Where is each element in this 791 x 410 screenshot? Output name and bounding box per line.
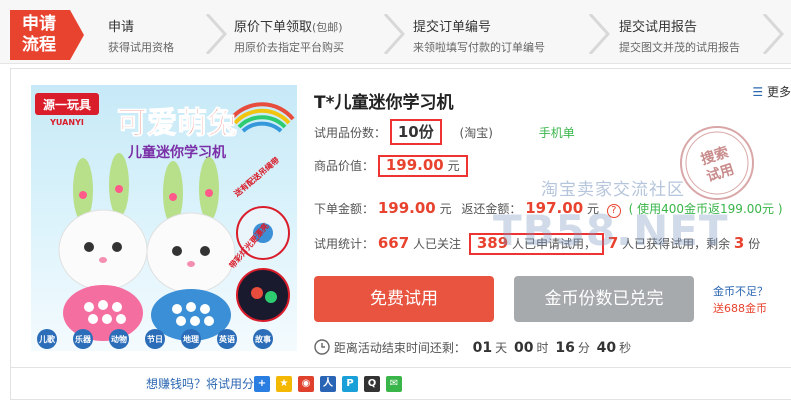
qzone-icon[interactable]: + [254, 376, 270, 392]
product-title: T*儿童迷你学习机 [314, 93, 454, 113]
image-tag: 节日 [147, 334, 163, 344]
timer-secs-unit: 秒 [619, 341, 632, 355]
step-title: 提交订单编号 [413, 20, 492, 35]
chevron-right-icon [762, 14, 784, 54]
step-title: 申请 [108, 20, 135, 35]
step-title-text: 原价下单领取 [234, 20, 313, 35]
free-trial-button[interactable]: 免费试用 [314, 276, 494, 322]
process-badge-line1: 申请 [22, 14, 56, 34]
more-link-label: 更多 [766, 85, 791, 99]
gold-redeem-button[interactable]: 金币份数已兑完 [514, 276, 694, 322]
order-value: 199.00 [377, 199, 436, 217]
chevron-right-icon [588, 14, 610, 54]
price-unit: 元 [447, 159, 460, 173]
price-value: 199.00 [385, 156, 444, 174]
product-price-row: 商品价值： 199.00 元 [314, 155, 468, 177]
stats-label: 试用统计： [314, 237, 375, 251]
image-tag: 乐器 [75, 334, 92, 344]
image-tag: 动物 [111, 334, 127, 344]
timer-mins: 16 [555, 340, 575, 356]
renren-icon[interactable]: 人 [320, 376, 336, 392]
step-submit-report: 提交试用报告 提交图文并茂的试用报告 [619, 16, 740, 55]
image-headline: 可爱萌兔 [117, 106, 237, 141]
mobile-order-label: 手机单 [538, 126, 575, 140]
timer-days: 01 [472, 340, 493, 356]
tencent-weibo-icon[interactable]: ◉ [298, 376, 314, 392]
timer-label: 距离活动结束时间还剩： [333, 341, 466, 355]
kaixin-icon[interactable]: P [342, 376, 358, 392]
watermark-text: 淘宝卖家交流社区 [541, 180, 685, 200]
timer-secs: 40 [596, 340, 617, 356]
image-tag: 故事 [255, 334, 271, 344]
step-title: 提交试用报告 [619, 20, 698, 35]
watermark-domain: TB58.NET [493, 206, 729, 255]
step-desc: 用原价去指定平台购买 [234, 41, 344, 54]
price-label: 商品价值： [314, 159, 375, 173]
image-tag: 英语 [218, 334, 235, 344]
product-illustration: 源一玩具 YUANYI 可爱萌兔 儿童迷你学习机 送有配送吊绳带 带彩灯光更漂亮… [35, 93, 295, 349]
step-title: 原价下单领取(包邮) [234, 16, 344, 35]
process-steps-bar: 申请 流程 申请 获得试用资格 原价下单领取(包邮) 用原价去指定平台购买 提交… [0, 0, 791, 64]
chevron-right-icon [383, 14, 405, 54]
database-icon: ☰ [752, 85, 764, 99]
follow-text: 人已关注 [412, 237, 461, 251]
platform-label: (淘宝) [459, 126, 493, 140]
search-trial-stamp: 搜索 试用 [680, 126, 754, 200]
timer-days-unit: 天 [495, 341, 508, 355]
image-side-text-1: 送有配送吊绳带 [231, 155, 281, 199]
share-prompt: 想赚钱吗？将试用分 [146, 377, 255, 391]
left-count: 3 [733, 234, 745, 252]
trial-quantity-row: 试用品份数： 10份 (淘宝) 手机单 [314, 119, 575, 145]
step-order: 原价下单领取(包邮) 用原价去指定平台购买 [234, 16, 344, 55]
qty-label: 试用品份数： [314, 126, 387, 140]
share-bar: 想赚钱吗？将试用分 + ★ ◉ 人 P Q ✉ [10, 368, 791, 400]
left-unit: 份 [748, 237, 761, 251]
coin-links: 金币不足？ 送688金币 [713, 283, 768, 317]
step-apply: 申请 获得试用资格 [108, 16, 174, 55]
timer-hours: 00 [514, 340, 534, 356]
step-title-note: (包邮) [312, 21, 343, 34]
more-link[interactable]: ☰ 更多 [752, 83, 791, 100]
step-desc: 提交图文并茂的试用报告 [619, 41, 740, 54]
step-desc: 来领啦填写付款的订单编号 [413, 41, 545, 54]
clock-icon [314, 339, 330, 355]
wechat-icon[interactable]: ✉ [386, 376, 402, 392]
price-box: 199.00 元 [377, 155, 468, 177]
process-badge: 申请 流程 [10, 10, 84, 60]
qq-icon[interactable]: Q [364, 376, 380, 392]
chevron-right-icon [205, 14, 227, 54]
qty-value: 10份 [389, 119, 442, 145]
image-tag: 地理 [183, 334, 199, 344]
countdown-timer: 距离活动结束时间还剩： 01 天 00 时 16 分 40 秒 [314, 339, 631, 356]
product-image[interactable]: 源一玩具 YUANYI 可爱萌兔 儿童迷你学习机 送有配送吊绳带 带彩灯光更漂亮… [31, 85, 297, 351]
step-submit-order: 提交订单编号 来领啦填写付款的订单编号 [413, 16, 545, 55]
image-tag: 儿歌 [38, 334, 56, 344]
coin-insufficient-link[interactable]: 金币不足？ [713, 283, 768, 300]
brand-logo-text: 源一玩具 [43, 97, 91, 112]
trial-product-panel: 源一玩具 YUANYI 可爱萌兔 儿童迷你学习机 送有配送吊绳带 带彩灯光更漂亮… [10, 68, 791, 368]
weibo-icon[interactable]: ★ [276, 376, 292, 392]
order-unit: 元 [439, 202, 452, 216]
order-label: 下单金额： [314, 202, 375, 216]
step-desc: 获得试用资格 [108, 41, 174, 54]
timer-mins-unit: 分 [577, 341, 590, 355]
brand-logo-en: YUANYI [49, 118, 84, 127]
follow-count: 667 [377, 234, 410, 252]
process-badge-line2: 流程 [22, 35, 56, 55]
coin-gift-link[interactable]: 送688金币 [713, 300, 768, 317]
timer-hours-unit: 时 [536, 341, 549, 355]
